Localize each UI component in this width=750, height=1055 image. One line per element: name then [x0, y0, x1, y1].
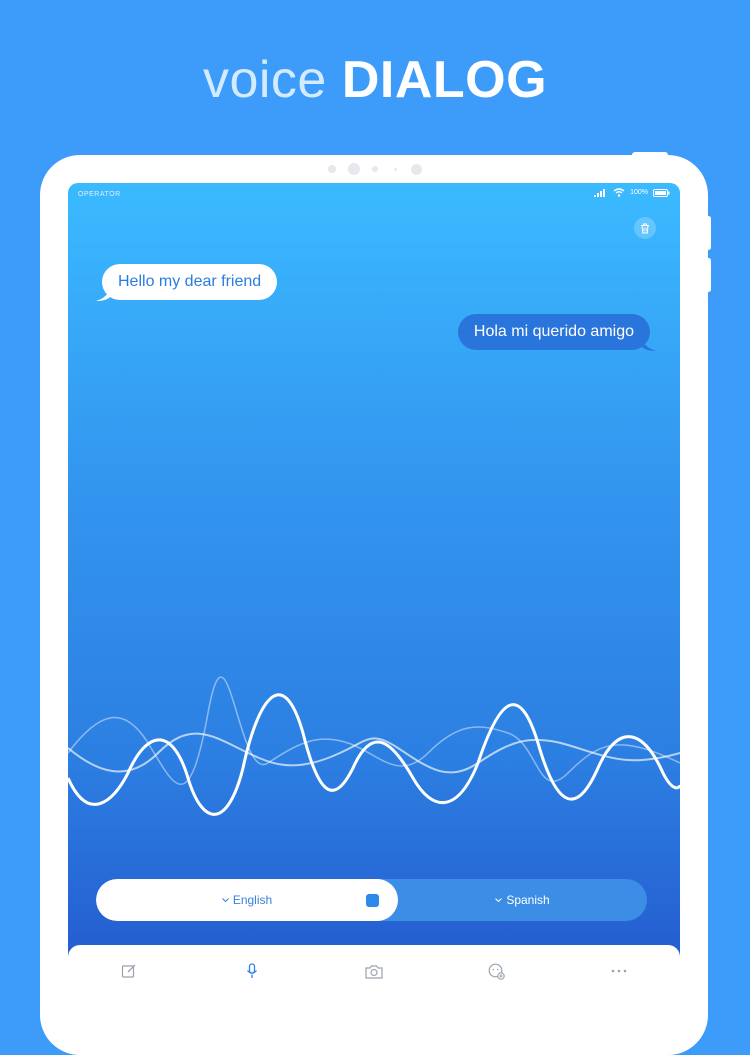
sensor-dot — [328, 165, 336, 173]
stop-recording-button[interactable] — [366, 894, 379, 907]
signal-icon — [594, 188, 606, 197]
tablet-volume-down — [706, 258, 711, 292]
bubble-tail-left — [96, 291, 110, 301]
battery-percent: 100% — [630, 189, 648, 196]
microphone-icon — [246, 963, 257, 978]
battery-icon — [653, 188, 670, 197]
trash-icon — [641, 223, 649, 233]
promo-headline: voice DIALOG — [0, 48, 750, 112]
voice-waveform — [68, 676, 680, 816]
target-language-button[interactable]: Spanish — [398, 879, 647, 921]
message-bubble-translation[interactable]: Hola mi querido amigo — [457, 314, 650, 350]
camera-icon — [365, 964, 383, 979]
wifi-icon — [613, 188, 625, 197]
status-carrier: OPERATOR — [78, 191, 121, 198]
waveform-line-faint — [68, 676, 680, 785]
edit-icon — [122, 964, 136, 978]
sensor-dot — [394, 168, 397, 171]
headline-bold: DIALOG — [341, 51, 548, 109]
source-language-button[interactable]: English — [96, 879, 398, 921]
app-screen: OPERATOR 100% Hello my dear friend Hola … — [68, 183, 680, 1003]
clear-conversation-button[interactable] — [634, 217, 656, 239]
message-bubble-source[interactable]: Hello my dear friend — [102, 264, 278, 300]
phrasebook-button[interactable] — [484, 959, 508, 983]
sensor-dot — [411, 164, 422, 175]
source-language-label: English — [232, 893, 273, 907]
phrasebook-icon — [488, 963, 505, 980]
tablet-top-button — [632, 152, 668, 158]
chevron-down-icon — [495, 897, 503, 902]
language-selector: English Spanish — [96, 879, 647, 921]
more-icon — [611, 969, 627, 973]
camera-icon-front — [348, 163, 360, 175]
more-button[interactable] — [607, 959, 631, 983]
chevron-down-icon — [221, 897, 229, 902]
bubble-tail-right — [642, 341, 656, 351]
message-text: Hola mi querido amigo — [473, 323, 634, 340]
sensor-dot — [372, 166, 378, 172]
headline-light: voice — [202, 51, 327, 109]
target-language-label: Spanish — [506, 893, 550, 907]
microphone-button[interactable] — [240, 959, 264, 983]
edit-button[interactable] — [117, 959, 141, 983]
tablet-volume-up — [706, 216, 711, 250]
bottom-toolbar — [68, 945, 680, 1003]
status-indicators: 100% — [594, 188, 670, 197]
camera-button[interactable] — [362, 959, 386, 983]
message-text: Hello my dear friend — [118, 273, 262, 290]
